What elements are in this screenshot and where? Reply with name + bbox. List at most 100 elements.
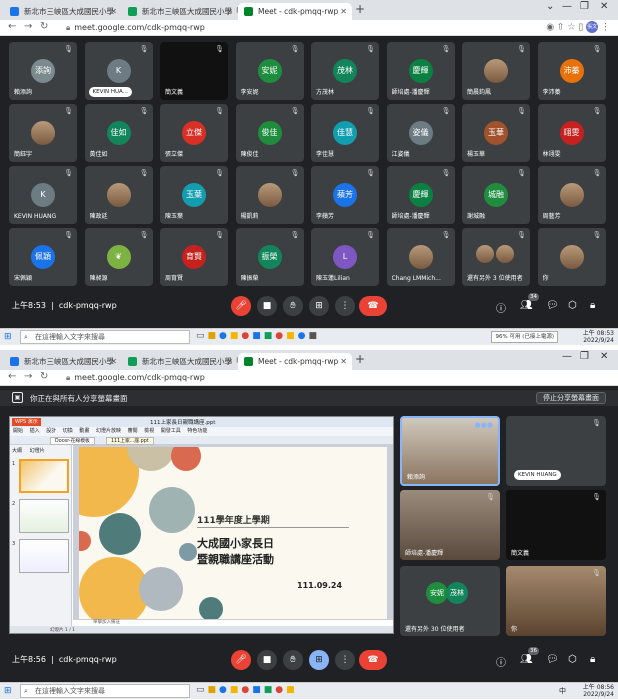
slide-thumbnail[interactable] [19, 539, 69, 573]
participant-tile[interactable]: 🎙︎ 安妮 李安妮 [235, 42, 304, 100]
participant-tile[interactable]: 🎙︎ 沛蓁 李沛蓁 [537, 42, 606, 100]
participant-tile[interactable]: 🎙︎ 師培處-潘慶輝 [400, 490, 500, 560]
ribbon-menu-item[interactable]: 特色功能 [187, 428, 207, 434]
app-icon[interactable]: ■ [252, 331, 264, 341]
mic-toggle-button[interactable]: 🎤︎ [231, 650, 251, 670]
ribbon-menu-item[interactable]: 幻燈片放映 [96, 428, 128, 434]
close-icon[interactable]: ✕ [226, 3, 233, 20]
taskbar-search-input[interactable]: ⌕ 在這裡輸入文字來搜尋 [20, 330, 190, 344]
ribbon-menu-item[interactable]: 開發工具 [161, 428, 188, 434]
leave-call-button[interactable]: ☎︎ [359, 296, 387, 316]
file-explorer-icon[interactable]: ■ [208, 685, 220, 695]
folder-icon[interactable]: ■ [230, 685, 242, 695]
ribbon-menu-item[interactable]: 切換 [63, 428, 80, 434]
windows-start-icon[interactable]: ⊞ [4, 332, 12, 342]
line-icon[interactable]: ■ [264, 331, 276, 341]
new-tab-button[interactable]: + [355, 2, 365, 16]
participant-tile[interactable]: 🎙︎ 簡文義 [506, 490, 606, 560]
sidepanel-icon[interactable]: ▯ [578, 23, 583, 33]
windows-start-icon[interactable]: ⊞ [4, 686, 12, 696]
minimize-icon[interactable]: — [562, 1, 572, 12]
system-clock[interactable]: 上午 08:53 2022/9/24 [583, 330, 614, 344]
camera-toggle-button[interactable]: ■ [257, 296, 277, 316]
url-field[interactable]: 🔒︎ meet.google.com/cdk-pmqq-rwp [66, 372, 506, 384]
participant-tile[interactable]: 🎙︎ 慶輝 師培處-潘慶輝 [386, 42, 455, 100]
close-icon[interactable]: ✕ [110, 3, 117, 20]
ribbon-menu-item[interactable]: 開始 [13, 428, 30, 434]
camera-toggle-button[interactable]: ■ [257, 650, 277, 670]
browser-tab-meet[interactable]: Meet - cdk-pmqq-rwp ✕ [238, 3, 352, 20]
host-controls-icon[interactable]: 🔒︎ [590, 654, 595, 665]
close-icon[interactable]: ✕ [110, 353, 117, 370]
file-explorer-icon[interactable]: ■ [208, 331, 220, 341]
participant-tile[interactable]: 🎙︎ 簡晨鈞鳳 [462, 42, 530, 100]
slide-thumbnail[interactable] [19, 459, 69, 493]
raise-hand-button[interactable]: ✋︎ [283, 296, 303, 316]
participant-tile[interactable]: 🎙︎ 茂林 方茂林 [311, 42, 379, 100]
back-icon[interactable]: ← [8, 21, 16, 32]
participant-tile[interactable]: 🎙︎ 簡文義 [160, 42, 228, 100]
minimize-icon[interactable]: — [562, 351, 572, 362]
participant-tile[interactable]: 🎙︎ 蘋芳 李蘋芳 [311, 166, 379, 224]
participant-tile[interactable]: 🎙︎ 佳如 黃佳如 [84, 104, 153, 162]
participant-tile[interactable]: 🎙︎ 你 [537, 228, 606, 286]
participant-tile[interactable]: 🎙︎ Chang LMMich... [386, 228, 455, 286]
app-icon[interactable]: ■ [309, 331, 321, 341]
doc-tab-docer[interactable]: Docer-在線模板 [50, 437, 95, 445]
participant-tile[interactable]: 🎙︎ 佩穎 宋佩穎 [9, 228, 77, 286]
browser-tab-2[interactable]: 新北市三峽區大成國民小學「親 ✕ [122, 353, 238, 370]
current-slide[interactable]: 111學年度上學期 大成國小家長日 暨親職講座活動 111.09.24 [79, 447, 387, 619]
reload-icon[interactable]: ↻ [40, 21, 48, 32]
participant-tile[interactable]: 🎙︎ 添詢 賴添詢 [9, 42, 77, 100]
chat-icon[interactable]: 💬︎ [546, 654, 559, 665]
close-icon[interactable]: ✕ [340, 3, 347, 20]
maximize-icon[interactable]: ❐ [580, 351, 589, 362]
activities-icon[interactable]: ⬡ [568, 654, 577, 665]
wps-app-label[interactable]: WPS 演示 [12, 418, 41, 426]
ribbon-menu-item[interactable]: 審閱 [128, 428, 145, 434]
doc-tab-ppt[interactable]: 111上家...座.ppt [106, 437, 154, 445]
ribbon-menu-item[interactable]: 動畫 [79, 428, 96, 434]
participant-tile[interactable]: 🎙︎ 俊佳 陳俊佳 [235, 104, 304, 162]
close-icon[interactable]: ✕ [340, 353, 347, 370]
host-controls-icon[interactable]: 🔒︎ [590, 300, 595, 311]
participant-tile[interactable]: 🎙︎ 立傑 張立傑 [160, 104, 228, 162]
participant-tile[interactable]: 🎙︎ 玉葉 陳玉葉 [160, 166, 228, 224]
participant-tile[interactable]: 🎙︎ K KEVIN HUA... [84, 42, 153, 100]
app-icon[interactable]: ● [275, 685, 286, 695]
close-icon[interactable]: ✕ [226, 353, 233, 370]
participant-tile[interactable]: 🎙︎ ❦ 陳昶源 [84, 228, 153, 286]
forward-icon[interactable]: → [24, 21, 32, 32]
app-icon[interactable]: ● [275, 331, 286, 341]
line-icon[interactable]: ■ [264, 685, 276, 695]
url-field[interactable]: 🔒︎ meet.google.com/cdk-pmqq-rwp [66, 22, 506, 34]
slide-thumbnail[interactable] [19, 499, 69, 533]
participant-tile[interactable]: 🎙︎ 陳政廷 [84, 166, 153, 224]
participant-tile[interactable]: 🎙︎ L 陳玉蓮Lilian [311, 228, 379, 286]
chrome-icon[interactable]: ● [241, 685, 252, 695]
participant-tile[interactable]: 🎙︎ KEVIN HUANG [506, 416, 606, 486]
ime-indicator[interactable]: 中 [559, 686, 566, 696]
participant-tile[interactable]: 🎙︎ 楊凱莉 [235, 166, 304, 224]
chevron-down-icon[interactable]: ⌄ [546, 1, 554, 12]
participant-tile[interactable]: 🎙︎ 慶輝 師培處-潘慶輝 [386, 166, 455, 224]
participant-tile[interactable]: 🎙︎ 翊雯 林翊雯 [537, 104, 606, 162]
leave-call-button[interactable]: ☎︎ [359, 650, 387, 670]
more-participants-tile[interactable]: 安妮 茂林 還有另外 30 位使用者 [400, 566, 500, 636]
profile-avatar[interactable]: 張文 [586, 21, 599, 33]
more-options-button[interactable]: ⋮ [335, 650, 355, 670]
info-icon[interactable]: ⓘ [496, 300, 506, 315]
participant-tile[interactable]: 🎙︎ 還有另外 3 位使用者 [462, 228, 530, 286]
people-icon[interactable]: 👥︎ [520, 300, 533, 311]
participant-tile[interactable]: 🎙︎ 佳慧 李佳慧 [311, 104, 379, 162]
app-icon[interactable]: ■ [252, 685, 264, 695]
browser-tab-1[interactable]: 新北市三峽區大成國民小學 ✕ [4, 353, 122, 370]
task-view-icon[interactable]: ▭ [196, 685, 208, 695]
folder-icon[interactable]: ■ [230, 331, 242, 341]
ribbon-menu-item[interactable]: 檢視 [144, 428, 161, 434]
menu-icon[interactable]: ⋮ [601, 23, 610, 33]
browser-tab-2[interactable]: 新北市三峽區大成國民小學「親 ✕ [122, 3, 238, 20]
participant-tile-speaking[interactable]: ●●● 賴添詢 [400, 416, 500, 486]
close-window-icon[interactable]: ✕ [600, 1, 608, 12]
camera-icon[interactable]: ◉ [546, 23, 554, 33]
